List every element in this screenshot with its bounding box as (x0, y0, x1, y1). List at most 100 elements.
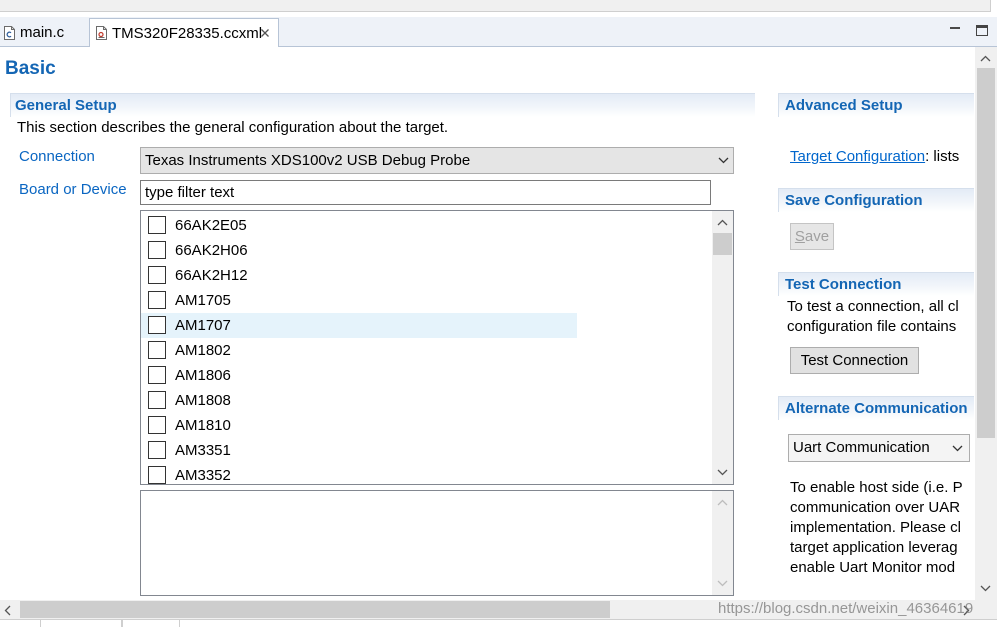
tab-label: main.c (20, 24, 65, 41)
device-checkbox[interactable] (148, 441, 166, 459)
save-configuration-header[interactable]: Save Configuration (778, 188, 974, 212)
test-connection-button-label: Test Connection (800, 352, 909, 369)
device-row[interactable]: AM1810 (141, 413, 577, 438)
device-checkbox[interactable] (148, 241, 166, 259)
scrollbar-thumb[interactable] (713, 233, 732, 255)
device-list-rows: 66AK2E05 66AK2H06 66AK2H12 AM1705 AM1707 AM18… (141, 211, 712, 484)
device-label: 66AK2E05 (175, 217, 247, 234)
alternate-communication-description-line: enable Uart Monitor mod (790, 559, 956, 576)
device-checkbox[interactable] (148, 366, 166, 384)
section-title: Advanced Setup (785, 97, 903, 114)
save-button-label: Save (794, 228, 830, 245)
close-icon[interactable] (260, 28, 270, 38)
device-label: AM1810 (175, 417, 231, 434)
description-scrollbar[interactable] (712, 491, 733, 595)
general-setup-header[interactable]: General Setup (10, 93, 755, 117)
test-connection-description-line: configuration file contains (787, 318, 957, 335)
general-setup-description: This section describes the general confi… (17, 119, 449, 136)
test-connection-button[interactable]: Test Connection (790, 347, 919, 374)
alternate-communication-header[interactable]: Alternate Communication (778, 396, 974, 420)
right-panel: Advanced Setup Target Configuration: lis… (778, 90, 974, 598)
device-label: AM1802 (175, 342, 231, 359)
chevron-left-icon[interactable] (4, 605, 11, 616)
maximize-icon[interactable] (976, 25, 988, 36)
editor-vertical-scrollbar[interactable] (975, 47, 997, 600)
minimize-icon[interactable] (950, 27, 960, 29)
section-title: Save Configuration (785, 192, 923, 209)
device-checkbox[interactable] (148, 291, 166, 309)
ccxml-file-icon (96, 26, 107, 40)
advanced-setup-header[interactable]: Advanced Setup (778, 93, 974, 117)
page-title: Basic (5, 58, 56, 79)
alternate-communication-description-line: To enable host side (i.e. P (790, 479, 963, 496)
device-checkbox[interactable] (148, 341, 166, 359)
watermark: https://blog.csdn.net/weixin_46364619 (718, 600, 974, 617)
section-title: Test Connection (785, 276, 902, 293)
test-connection-header[interactable]: Test Connection (778, 272, 974, 296)
scrollbar-thumb[interactable] (977, 68, 995, 438)
device-row[interactable]: AM3352 (141, 463, 577, 484)
device-row[interactable]: 66AK2H12 (141, 263, 577, 288)
scrollbar-thumb[interactable] (20, 601, 610, 618)
communication-dropdown[interactable]: Uart Communication (788, 434, 970, 462)
device-label: AM3351 (175, 442, 231, 459)
scrollbar-corner (975, 600, 997, 619)
device-checkbox[interactable] (148, 216, 166, 234)
device-row[interactable]: 66AK2E05 (141, 213, 577, 238)
chevron-down-icon[interactable] (980, 585, 991, 592)
target-configuration-link[interactable]: Target Configuration (790, 148, 925, 165)
test-connection-description-line: To test a connection, all cl (787, 298, 959, 315)
device-filter-input[interactable] (140, 180, 711, 205)
section-title: Alternate Communication (785, 400, 968, 417)
c-file-icon (4, 26, 15, 40)
device-row[interactable]: AM1808 (141, 388, 577, 413)
device-label: AM1806 (175, 367, 231, 384)
device-row[interactable]: AM1705 (141, 288, 577, 313)
alternate-communication-description-line: communication over UAR (790, 499, 961, 516)
device-label: AM1705 (175, 292, 231, 309)
target-configuration-suffix: : lists (925, 148, 960, 165)
device-row[interactable]: AM1802 (141, 338, 577, 363)
device-label: 66AK2H12 (175, 267, 248, 284)
device-row[interactable]: AM1806 (141, 363, 577, 388)
top-toolbar-strip (0, 0, 991, 12)
connection-dropdown[interactable]: Texas Instruments XDS100v2 USB Debug Pro… (140, 147, 734, 174)
page-tab[interactable] (122, 620, 180, 627)
device-label: AM3352 (175, 467, 231, 484)
chevron-up-icon[interactable] (717, 499, 728, 506)
device-checkbox[interactable] (148, 316, 166, 334)
device-label: AM1707 (175, 317, 231, 334)
connection-label: Connection (19, 148, 95, 165)
device-description-box (140, 490, 734, 596)
communication-value: Uart Communication (793, 439, 930, 456)
connection-value: Texas Instruments XDS100v2 USB Debug Pro… (145, 152, 471, 169)
page-tab[interactable] (40, 620, 122, 627)
save-button[interactable]: Save (790, 223, 834, 250)
tab-label: TMS320F28335.ccxml (112, 25, 263, 42)
tab-main-c[interactable]: main.c (0, 18, 89, 46)
chevron-down-icon[interactable] (717, 580, 728, 587)
device-row[interactable]: 66AK2H06 (141, 238, 577, 263)
device-row[interactable]: AM3351 (141, 438, 577, 463)
device-checkbox[interactable] (148, 416, 166, 434)
section-title: General Setup (15, 97, 117, 114)
chevron-down-icon[interactable] (717, 469, 728, 476)
chevron-down-icon (952, 445, 963, 452)
device-checkbox[interactable] (148, 391, 166, 409)
target-configuration-row: Target Configuration: lists (790, 148, 959, 166)
alternate-communication-description-line: target application leverag (790, 539, 958, 556)
device-label: 66AK2H06 (175, 242, 248, 259)
device-list-scrollbar[interactable] (712, 211, 733, 484)
tab-ccxml[interactable]: TMS320F28335.ccxml (89, 18, 279, 47)
alternate-communication-description-line: implementation. Please cl (790, 519, 961, 536)
chevron-down-icon (718, 157, 729, 164)
device-checkbox[interactable] (148, 466, 166, 484)
chevron-up-icon[interactable] (980, 55, 991, 62)
device-label: AM1808 (175, 392, 231, 409)
device-row[interactable]: AM1707 (141, 313, 577, 338)
device-checkbox[interactable] (148, 266, 166, 284)
editor-page-tabs (0, 619, 997, 627)
chevron-up-icon[interactable] (717, 219, 728, 226)
device-list[interactable]: 66AK2E05 66AK2H06 66AK2H12 AM1705 AM1707 AM18… (140, 210, 734, 485)
board-or-device-label: Board or Device (19, 181, 127, 198)
